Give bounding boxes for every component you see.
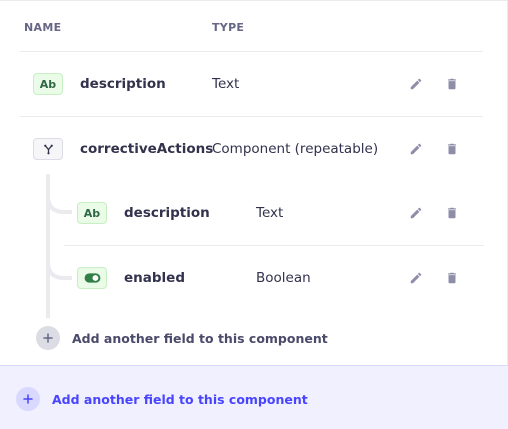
- toggle-icon: [84, 273, 100, 283]
- trash-icon: [447, 207, 457, 219]
- add-field-label: Add another field to this component: [52, 391, 308, 407]
- edit-component-field-button[interactable]: [408, 270, 424, 286]
- row-divider: [64, 245, 484, 246]
- edit-component-field-button[interactable]: [408, 205, 424, 221]
- plus-icon: [23, 394, 33, 404]
- component-field-name: description: [124, 205, 210, 221]
- boolean-type-badge: [77, 267, 107, 289]
- pencil-icon: [410, 207, 422, 219]
- component-field-type: Text: [256, 205, 284, 221]
- pencil-icon: [410, 272, 422, 284]
- delete-component-field-button[interactable]: [444, 205, 460, 221]
- component-field-type: Boolean: [256, 270, 311, 286]
- add-circle: [36, 326, 60, 350]
- add-component-field-button[interactable]: Add another field to this component: [36, 326, 328, 350]
- add-field-button[interactable]: Add another field to this component: [16, 387, 308, 411]
- delete-component-field-button[interactable]: [444, 270, 460, 286]
- trash-icon: [447, 272, 457, 284]
- component-field-name: enabled: [124, 270, 185, 286]
- add-circle: [16, 387, 40, 411]
- add-component-field-label: Add another field to this component: [72, 330, 328, 346]
- plus-icon: [43, 333, 53, 343]
- text-type-badge: Ab: [77, 202, 107, 224]
